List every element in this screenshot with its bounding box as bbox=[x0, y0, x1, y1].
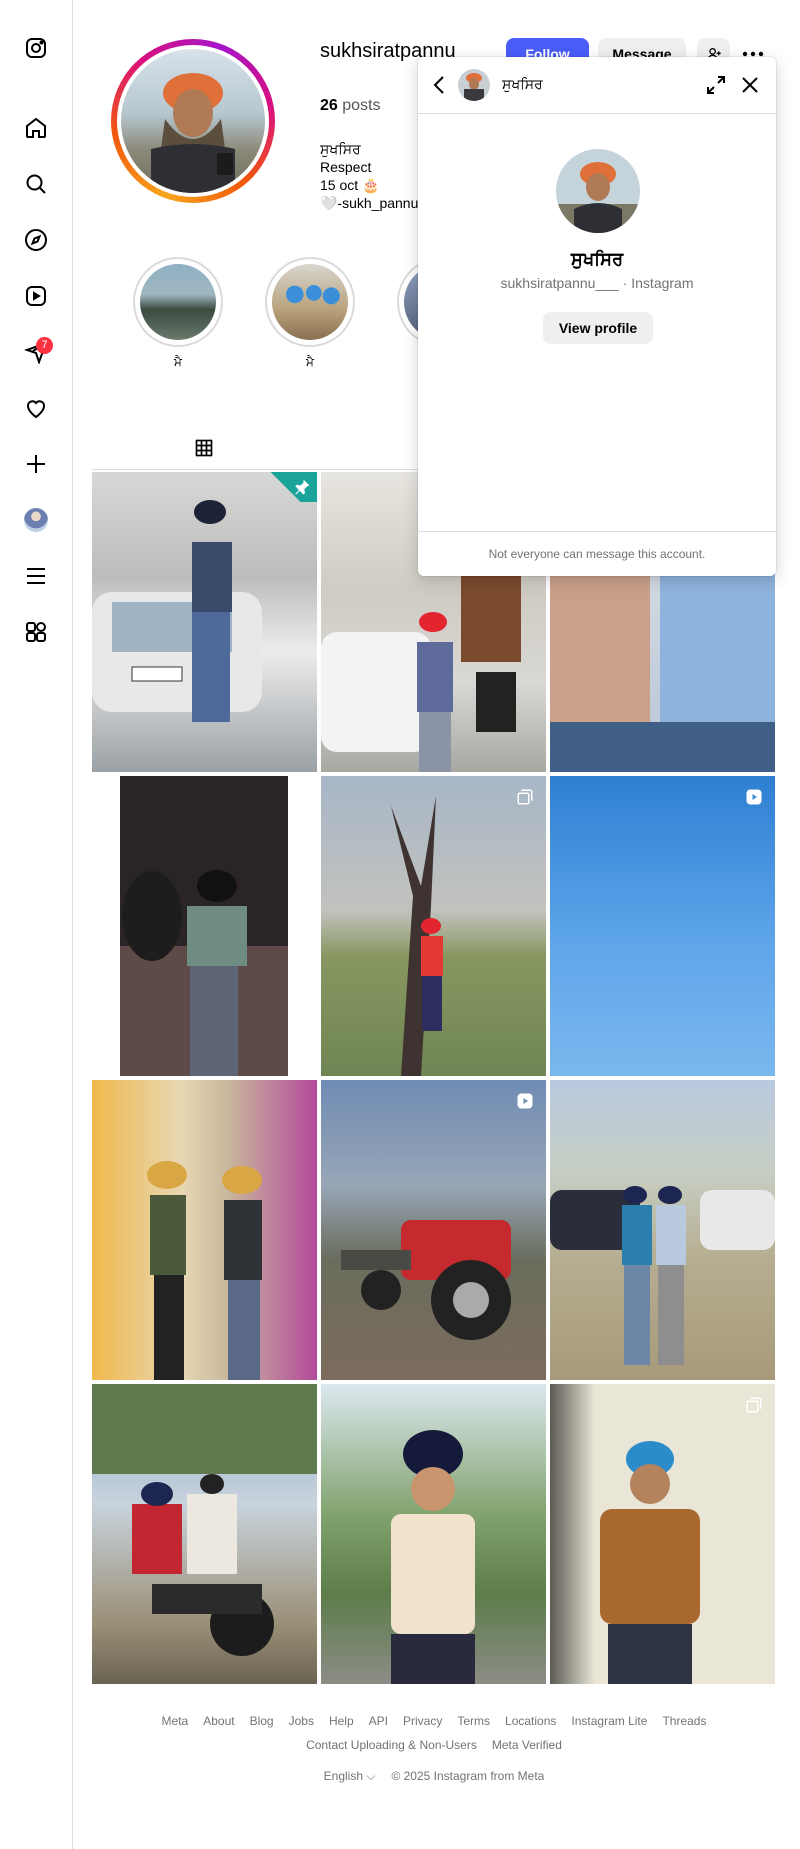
footer-link-instagram-lite[interactable]: Instagram Lite bbox=[571, 1709, 647, 1733]
language-label: English bbox=[323, 1769, 363, 1783]
tab-posts[interactable] bbox=[172, 430, 236, 470]
expand-icon[interactable] bbox=[704, 73, 728, 97]
also-from-meta-icon[interactable] bbox=[24, 620, 48, 644]
footer-link-about[interactable]: About bbox=[203, 1709, 234, 1733]
left-sidebar: 7 bbox=[0, 0, 73, 1849]
home-icon[interactable] bbox=[24, 116, 48, 140]
footer-links-row1: Meta About Blog Jobs Help API Privacy Te… bbox=[92, 1709, 776, 1733]
profile-bio: ਸੁਖਸਿਰ Respect 15 oct 🎂 🤍-sukh_pannu03 bbox=[320, 140, 420, 212]
back-arrow-icon[interactable] bbox=[428, 73, 452, 97]
instagram-logo-icon[interactable] bbox=[24, 36, 48, 60]
post-tile[interactable] bbox=[321, 776, 546, 1076]
menu-icon[interactable] bbox=[24, 564, 48, 588]
posts-number: 26 bbox=[320, 97, 338, 114]
footer-link-locations[interactable]: Locations bbox=[505, 1709, 556, 1733]
bio-line: 15 oct 🎂 bbox=[320, 177, 380, 193]
bio-line: ਸੁਖਸਿਰ bbox=[320, 141, 361, 157]
post-tile[interactable] bbox=[92, 472, 317, 772]
language-selector[interactable]: English ⌵ bbox=[324, 1769, 376, 1784]
posts-label: posts bbox=[342, 97, 381, 114]
footer-link-contact-uploading[interactable]: Contact Uploading & Non-Users bbox=[306, 1733, 477, 1757]
heart-icon[interactable] bbox=[24, 396, 48, 420]
reel-icon bbox=[746, 789, 762, 805]
bio-line: 🤍-sukh_pannu03 bbox=[320, 195, 420, 211]
chevron-down-icon: ⌵ bbox=[366, 1769, 376, 1783]
footer-link-terms[interactable]: Terms bbox=[457, 1709, 490, 1733]
notification-badge: 7 bbox=[36, 337, 53, 354]
grid-icon bbox=[195, 439, 213, 457]
posts-count: 26 posts bbox=[320, 97, 381, 115]
search-icon[interactable] bbox=[24, 172, 48, 196]
profile-avatar-nav[interactable] bbox=[24, 508, 48, 532]
post-tile[interactable] bbox=[550, 776, 775, 1076]
profile-picture[interactable] bbox=[111, 39, 275, 203]
footer-link-meta-verified[interactable]: Meta Verified bbox=[492, 1733, 562, 1757]
footer-link-threads[interactable]: Threads bbox=[662, 1709, 706, 1733]
carousel-icon bbox=[517, 789, 533, 805]
post-tile[interactable] bbox=[550, 1080, 775, 1380]
highlight-label: ਮੈ bbox=[174, 355, 182, 369]
popup-avatar[interactable] bbox=[556, 149, 640, 233]
view-profile-button[interactable]: View profile bbox=[543, 312, 653, 344]
footer-link-meta[interactable]: Meta bbox=[162, 1709, 189, 1733]
popup-avatar-small[interactable] bbox=[458, 69, 490, 101]
footer-link-blog[interactable]: Blog bbox=[250, 1709, 274, 1733]
copyright: © 2025 Instagram from Meta bbox=[391, 1769, 545, 1783]
explore-icon[interactable] bbox=[24, 228, 48, 252]
footer-link-jobs[interactable]: Jobs bbox=[289, 1709, 314, 1733]
bio-line: Respect bbox=[320, 159, 372, 175]
post-tile[interactable] bbox=[321, 1080, 546, 1380]
create-plus-icon[interactable] bbox=[24, 452, 48, 476]
popup-header-name: ਸੁਖਸਿਰ bbox=[502, 76, 543, 92]
reel-icon bbox=[517, 1093, 533, 1109]
footer-link-privacy[interactable]: Privacy bbox=[403, 1709, 442, 1733]
post-tile[interactable] bbox=[92, 1080, 317, 1380]
close-icon[interactable] bbox=[738, 73, 762, 97]
post-tile[interactable] bbox=[92, 1384, 317, 1684]
popup-title: ਸੁਖਸਿਰ bbox=[570, 249, 624, 269]
footer-links-row2: Contact Uploading & Non-Users Meta Verif… bbox=[92, 1733, 776, 1757]
footer: Meta About Blog Jobs Help API Privacy Te… bbox=[92, 1709, 776, 1784]
carousel-icon bbox=[746, 1397, 762, 1413]
post-tile[interactable] bbox=[321, 1384, 546, 1684]
footer-link-api[interactable]: API bbox=[369, 1709, 388, 1733]
post-tile[interactable] bbox=[550, 1384, 775, 1684]
post-tile[interactable] bbox=[92, 776, 317, 1076]
popup-subtitle: sukhsiratpannu___ · Instagram bbox=[500, 275, 694, 291]
reels-icon[interactable] bbox=[24, 284, 48, 308]
pin-icon bbox=[295, 479, 310, 495]
message-popup: ਸੁਖਸਿਰ ਸੁਖਸਿਰ sukhsiratpannu___ · Instag… bbox=[418, 57, 776, 576]
footer-link-help[interactable]: Help bbox=[329, 1709, 354, 1733]
popup-header: ਸੁਖਸਿਰ bbox=[418, 57, 776, 114]
footer-bottom: English ⌵ © 2025 Instagram from Meta bbox=[92, 1769, 776, 1784]
highlight-label: ਮੈ bbox=[306, 355, 314, 369]
story-highlight[interactable]: ਮੈ bbox=[265, 257, 355, 370]
story-highlight[interactable]: ਮੈ bbox=[133, 257, 223, 370]
popup-footer-note: Not everyone can message this account. bbox=[418, 531, 776, 576]
